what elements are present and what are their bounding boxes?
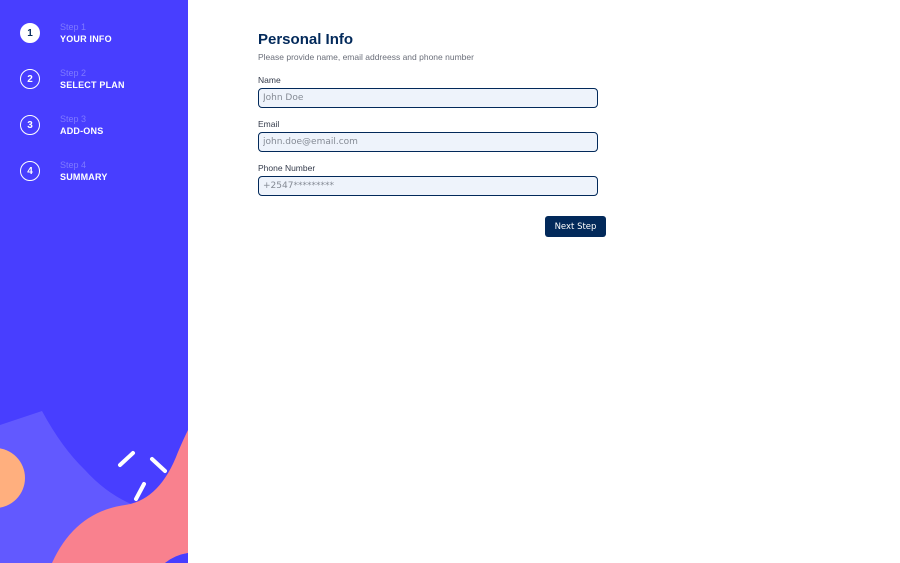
step-text: Step 4 SUMMARY bbox=[60, 159, 108, 183]
name-label: Name bbox=[258, 75, 281, 85]
step-number: 4 bbox=[20, 161, 40, 181]
step-text: Step 3 ADD-ONS bbox=[60, 113, 103, 137]
step-item-select-plan[interactable]: 2 Step 2 SELECT PLAN bbox=[20, 66, 125, 92]
step-number: 3 bbox=[20, 115, 40, 135]
step-number: 2 bbox=[20, 69, 40, 89]
page-title: Personal Info bbox=[258, 31, 354, 48]
step-item-add-ons[interactable]: 3 Step 3 ADD-ONS bbox=[20, 112, 125, 138]
step-number: 1 bbox=[20, 23, 40, 43]
step-item-your-info[interactable]: 1 Step 1 YOUR INFO bbox=[20, 20, 125, 46]
step-item-summary[interactable]: 4 Step 4 SUMMARY bbox=[20, 158, 125, 184]
step-caption: Step 4 bbox=[60, 160, 87, 170]
phone-field-group: Phone Number bbox=[258, 162, 598, 196]
phone-label: Phone Number bbox=[258, 163, 316, 173]
sidebar-art-line-2 bbox=[150, 457, 167, 473]
sidebar-art-line-3 bbox=[134, 482, 146, 501]
step-title: SELECT PLAN bbox=[60, 80, 125, 90]
email-field-group: Email bbox=[258, 118, 598, 152]
app-window: 1 Step 1 YOUR INFO 2 Step 2 SELECT PLAN … bbox=[0, 0, 900, 563]
step-title: YOUR INFO bbox=[60, 34, 112, 44]
step-title: ADD-ONS bbox=[60, 126, 104, 136]
step-text: Step 1 YOUR INFO bbox=[60, 21, 112, 45]
sidebar: 1 Step 1 YOUR INFO 2 Step 2 SELECT PLAN … bbox=[0, 0, 188, 563]
email-label: Email bbox=[258, 119, 280, 129]
next-step-button[interactable]: Next Step bbox=[545, 216, 606, 237]
email-input[interactable] bbox=[258, 132, 598, 152]
name-field-group: Name bbox=[258, 74, 598, 108]
step-list: 1 Step 1 YOUR INFO 2 Step 2 SELECT PLAN … bbox=[20, 20, 125, 204]
step-title: SUMMARY bbox=[60, 172, 108, 182]
name-input[interactable] bbox=[258, 88, 598, 108]
step-caption: Step 1 bbox=[60, 22, 87, 32]
sidebar-art-line-1 bbox=[118, 451, 135, 467]
step-caption: Step 3 bbox=[60, 114, 87, 124]
step-text: Step 2 SELECT PLAN bbox=[60, 67, 125, 91]
step-caption: Step 2 bbox=[60, 68, 87, 78]
page-subtitle: Please provide name, email addreess and … bbox=[258, 52, 474, 62]
phone-input[interactable] bbox=[258, 176, 598, 196]
